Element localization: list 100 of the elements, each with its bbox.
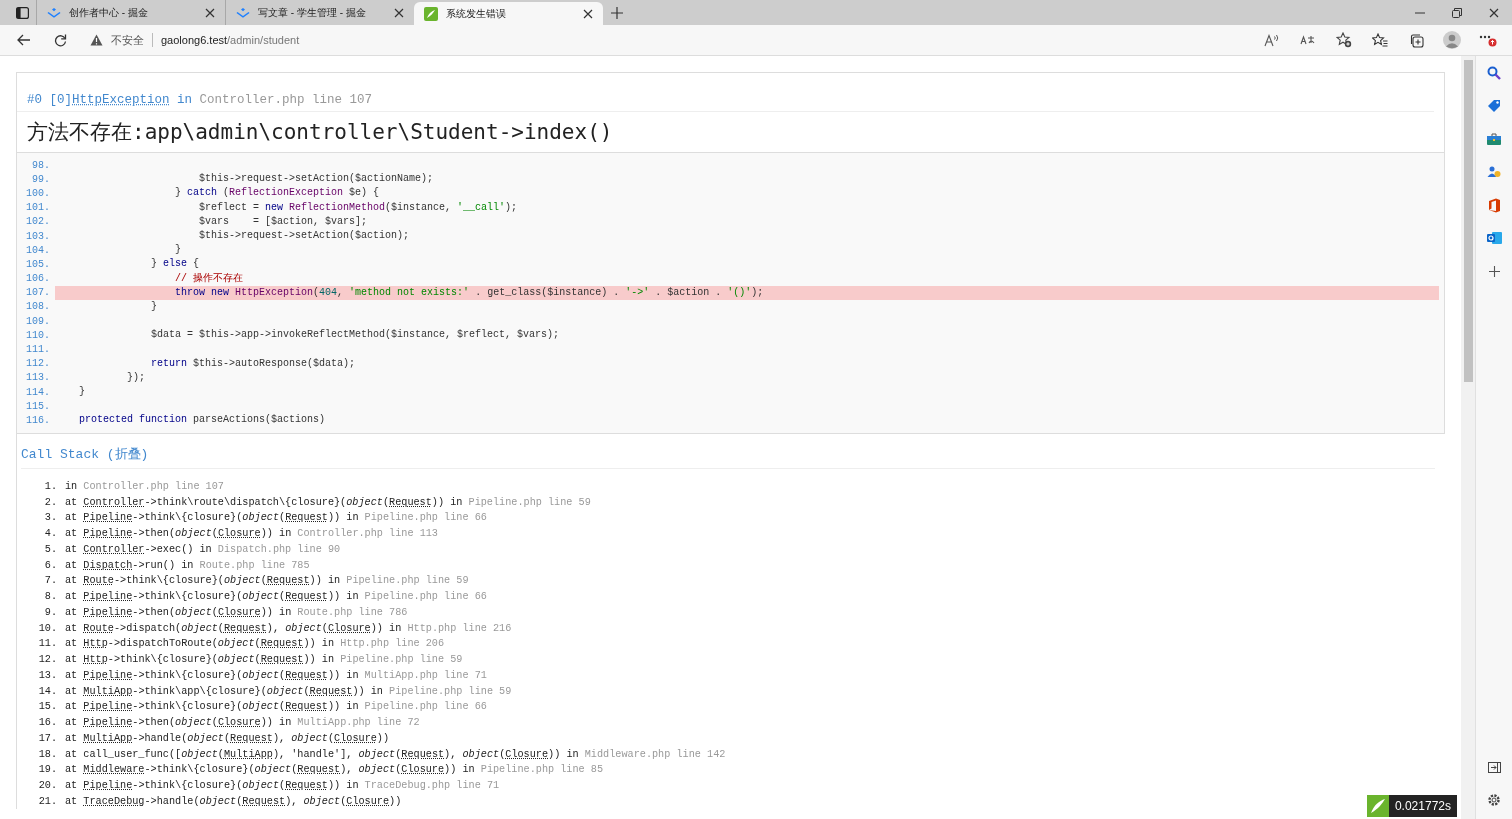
collections-icon[interactable]	[1408, 32, 1424, 48]
reload-icon[interactable]	[53, 33, 67, 47]
list-number: 12.	[37, 654, 58, 666]
code-line: $vars = [$action, $vars];	[198, 214, 369, 229]
code-line: protected function parseActions($actions)	[78, 413, 327, 428]
more-menu-icon[interactable]	[1479, 33, 1497, 47]
close-icon[interactable]	[583, 8, 593, 19]
leaf-logo-icon	[424, 6, 438, 21]
list-number: 19.	[37, 764, 58, 776]
chevron-logo-icon	[236, 6, 250, 19]
list-number: 1.	[43, 480, 58, 492]
stack-frame: at call_user_func([object(MultiApp), 'handle'], object(Request), object(Closure)) in Middleware.php line 142	[65, 748, 726, 760]
close-icon[interactable]	[205, 7, 215, 18]
browser-tab[interactable]: 系统发生错误	[414, 2, 603, 25]
side-panel-icon[interactable]	[1487, 761, 1501, 773]
tab-actions-icon[interactable]	[15, 6, 29, 19]
code-line: } catch (ReflectionException $e) {	[174, 186, 381, 201]
line-number: 107.	[25, 287, 51, 299]
office-icon[interactable]	[1487, 197, 1501, 213]
scrollbar[interactable]	[1461, 56, 1475, 819]
code-line: } else {	[150, 257, 201, 272]
list-number: 6.	[43, 559, 58, 571]
line-number: 108.	[25, 301, 51, 313]
trace-badge[interactable]: 0.021772s	[1366, 795, 1457, 817]
call-stack-heading[interactable]: Call Stack (折叠)	[21, 441, 1435, 469]
people-icon[interactable]	[1487, 165, 1501, 179]
line-number: 100.	[25, 187, 51, 199]
back-icon[interactable]	[17, 34, 31, 46]
line-number: 98.	[31, 159, 51, 171]
code-line: return $this->autoResponse($data);	[150, 356, 357, 371]
code-line: $this->request->setAction($action);	[198, 228, 411, 243]
stack-frame: at TraceDebug->handle(object(Request), object(Closure))	[65, 795, 402, 807]
list-number: 21.	[37, 795, 58, 807]
mail-app-icon[interactable]	[1486, 231, 1502, 245]
add-icon[interactable]	[1488, 265, 1500, 277]
list-number: 18.	[37, 748, 58, 760]
minimize-icon[interactable]	[1414, 11, 1425, 14]
close-icon[interactable]	[394, 7, 404, 18]
line-number: 104.	[25, 244, 51, 256]
chevron-logo-icon	[47, 6, 61, 19]
line-number: 99.	[31, 173, 51, 185]
stack-frame: at Controller->exec() in Dispatch.php line 90	[65, 543, 341, 555]
line-number: 116.	[25, 414, 51, 426]
list-number: 17.	[37, 732, 58, 744]
restore-icon[interactable]	[1451, 7, 1462, 18]
list-number: 4.	[43, 528, 58, 540]
search-icon[interactable]	[1487, 66, 1501, 80]
code-line: $reflect = new ReflectionMethod($instance, '__call');	[198, 200, 519, 215]
error-message: 方法不存在:app\admin\controller\Student->index()	[26, 119, 614, 146]
list-number: 13.	[37, 669, 58, 681]
list-number: 9.	[43, 606, 58, 618]
list-number: 3.	[43, 512, 58, 524]
line-number: 105.	[25, 258, 51, 270]
list-number: 7.	[43, 575, 58, 587]
line-number: 113.	[25, 372, 51, 384]
stack-frame: at Pipeline->then(object(Closure)) in Controller.php line 113	[65, 528, 438, 540]
new-tab-icon[interactable]	[611, 6, 623, 19]
stack-frame: at Pipeline->think\{closure}(object(Request)) in Pipeline.php line 66	[65, 701, 487, 713]
translate-icon[interactable]	[1300, 34, 1316, 46]
code-line: // 操作不存在	[174, 271, 245, 286]
line-number: 114.	[25, 386, 51, 398]
line-number: 102.	[25, 216, 51, 228]
list-number: 16.	[37, 717, 58, 729]
list-number: 14.	[37, 685, 58, 697]
stack-frame: at Http->think\{closure}(object(Request)) in Pipeline.php line 59	[65, 654, 463, 666]
code-line: }	[150, 299, 159, 314]
line-number: 115.	[25, 400, 51, 412]
code-line: }	[78, 385, 86, 399]
code-line: $this->request->setAction($actionName);	[198, 172, 435, 187]
settings-icon[interactable]	[1487, 793, 1501, 807]
favorites-icon[interactable]	[1372, 33, 1388, 47]
security-label[interactable]: 不安全	[111, 32, 144, 48]
stack-frame: at Pipeline->think\{closure}(object(Request)) in TraceDebug.php line 71	[65, 780, 500, 792]
tag-icon[interactable]	[1487, 99, 1501, 113]
read-aloud-icon[interactable]	[1264, 33, 1280, 47]
close-window-icon[interactable]	[1488, 7, 1499, 18]
list-number: 15.	[37, 701, 58, 713]
line-number: 103.	[25, 230, 51, 242]
list-number: 2.	[43, 496, 58, 508]
exception-header: #0 [0]HttpException in Controller.php line 107	[27, 93, 374, 107]
stack-frame: at Route->dispatch(object(Request), object(Closure)) in Http.php line 216	[65, 622, 512, 634]
address-field[interactable]: gaolong6.test/admin/student	[161, 34, 300, 46]
list-number: 10.	[37, 622, 58, 634]
line-number: 101.	[25, 202, 51, 214]
line-number: 112.	[25, 358, 51, 370]
stack-frame: at Pipeline->then(object(Closure)) in MultiApp.php line 72	[65, 717, 420, 729]
profile-avatar-icon[interactable]	[1443, 31, 1461, 49]
warning-icon[interactable]	[90, 34, 103, 46]
stack-frame: at Dispatch->run() in Route.php line 785	[65, 559, 310, 571]
stack-frame: in Controller.php line 107	[65, 480, 224, 492]
scroll-thumb[interactable]	[1463, 60, 1473, 382]
code-line: });	[126, 370, 146, 385]
stack-frame: at Route->think\{closure}(object(Request)) in Pipeline.php line 59	[65, 575, 469, 587]
stack-frame: at MultiApp->handle(object(Request), object(Closure))	[65, 732, 390, 744]
briefcase-icon[interactable]	[1487, 133, 1501, 145]
add-favorite-icon[interactable]	[1336, 32, 1352, 48]
list-number: 5.	[43, 543, 58, 555]
stack-frame: at Pipeline->think\{closure}(object(Request)) in Pipeline.php line 66	[65, 591, 487, 603]
stack-frame: at Pipeline->then(object(Closure)) in Route.php line 786	[65, 606, 408, 618]
line-number: 109.	[25, 315, 51, 327]
